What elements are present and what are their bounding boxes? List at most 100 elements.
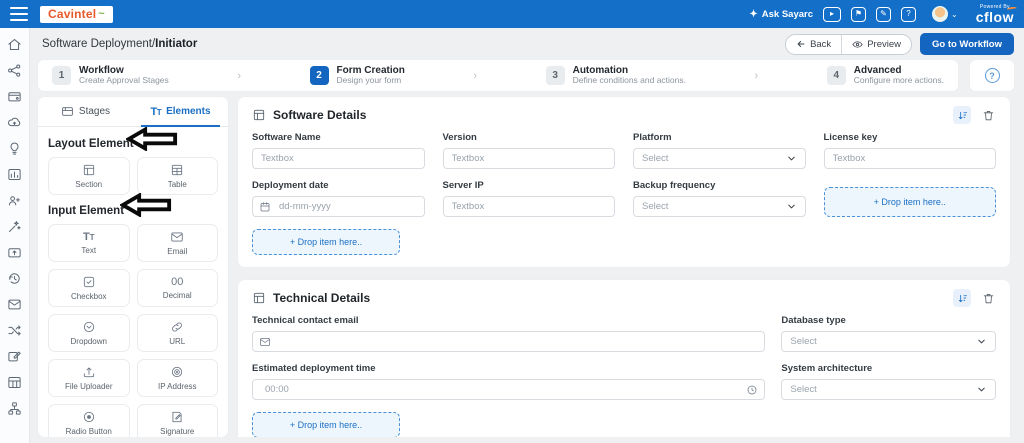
element-palette: Stages TT Elements Layout Element Sectio… — [38, 97, 228, 437]
field-technical-contact-email: Technical contact email — [252, 315, 766, 352]
step-separator-icon: › — [237, 69, 241, 82]
technical-contact-email-input[interactable] — [252, 331, 766, 352]
step-advanced[interactable]: 4 Advanced Configure more actions. — [826, 65, 944, 86]
email-text-input[interactable] — [273, 332, 759, 351]
backup-frequency-select[interactable]: Select — [633, 196, 806, 217]
field-software-name: Software Name — [252, 132, 425, 169]
grid-table-icon[interactable] — [7, 375, 22, 390]
brand-text: Cavintel — [48, 6, 97, 21]
add-user-icon[interactable] — [7, 193, 22, 208]
step-number: 1 — [52, 65, 71, 85]
help-icon[interactable]: ? — [901, 6, 917, 22]
time-text-input[interactable] — [259, 380, 745, 399]
step-form-creation[interactable]: 2 Form Creation Design your form — [309, 65, 405, 86]
sort-fields-button[interactable] — [953, 289, 971, 307]
server-ip-input[interactable] — [443, 197, 614, 216]
help-question-icon[interactable]: ? — [984, 68, 1000, 83]
palette-item-email[interactable]: Email — [136, 224, 218, 262]
palette-item-dropdown[interactable]: Dropdown — [48, 314, 130, 352]
step-separator-icon: › — [473, 69, 478, 82]
date-text-input[interactable] — [273, 197, 418, 216]
license-key-input[interactable] — [824, 149, 995, 168]
page-title: Software Deployment/Initiator — [42, 38, 198, 50]
magic-wand-icon[interactable] — [7, 219, 22, 234]
brand-leaf-icon: ~ — [98, 7, 105, 20]
signature-icon — [172, 411, 182, 423]
billing-card-icon[interactable] — [7, 89, 22, 104]
drop-item-zone[interactable]: + Drop item here.. — [823, 187, 996, 217]
palette-item-text[interactable]: TT Text — [48, 224, 130, 262]
system-architecture-select[interactable]: Select — [781, 379, 996, 400]
home-icon[interactable] — [7, 37, 22, 52]
tab-elements[interactable]: TT Elements — [133, 97, 228, 127]
palette-item-section[interactable]: Section — [48, 157, 130, 195]
mail-icon[interactable] — [7, 297, 22, 312]
edit-icon[interactable]: ✎ — [876, 6, 892, 22]
trash-icon — [983, 110, 993, 120]
drop-item-zone[interactable]: + Drop item here.. — [252, 412, 400, 437]
text-style-icon: TT — [150, 105, 162, 118]
compose-icon[interactable] — [7, 349, 22, 364]
palette-item-checkbox[interactable]: Checkbox — [48, 269, 130, 307]
flag-icon[interactable]: ⚑ — [851, 6, 867, 22]
arrow-left-icon — [797, 41, 805, 47]
drop-item-zone[interactable]: + Drop item here.. — [252, 229, 400, 255]
palette-item-decimal[interactable]: 00 Decimal — [136, 269, 218, 307]
preview-button[interactable]: Preview — [841, 34, 911, 54]
step-number: 3 — [545, 65, 565, 85]
delete-section-button[interactable] — [980, 290, 996, 306]
idea-bulb-icon[interactable] — [7, 141, 22, 156]
platform-select[interactable]: Select — [633, 148, 806, 169]
go-to-workflow-button[interactable]: Go to Workflow — [919, 33, 1014, 55]
deployment-date-input[interactable] — [252, 196, 425, 217]
user-menu[interactable]: ⌄ — [932, 6, 958, 22]
palette-item-radio-button[interactable]: Radio Button — [48, 404, 130, 437]
top-app-bar: Cavintel ~ ✦ Ask Sayarc ▸ ⚑ ✎ ? ⌄ Powere… — [0, 0, 1024, 28]
back-button[interactable]: Back — [786, 34, 842, 54]
org-chart-icon[interactable] — [7, 401, 22, 416]
sort-icon — [958, 111, 967, 119]
palette-item-url[interactable]: URL — [136, 314, 218, 352]
input-element-heading: Input Element — [48, 205, 125, 217]
share-network-icon[interactable] — [7, 63, 22, 78]
ask-ai-button[interactable]: ✦ Ask Sayarc — [749, 9, 813, 20]
section-technical-details: Technical Details Technical contact emai… — [238, 280, 1010, 437]
field-system-architecture: System architecture Select — [781, 363, 996, 400]
layout-element-heading: Layout Element — [48, 138, 134, 150]
sort-fields-button[interactable] — [953, 106, 971, 124]
icon-sidebar — [0, 28, 30, 443]
video-tutorial-icon[interactable]: ▸ — [823, 6, 842, 22]
chevron-down-icon: ⌄ — [951, 9, 958, 19]
palette-item-ip-address[interactable]: IP Address — [136, 359, 218, 397]
text-icon: TT — [82, 230, 95, 243]
delete-section-button[interactable] — [980, 107, 996, 123]
cflow-swoosh — [1006, 5, 1018, 12]
step-automation[interactable]: 3 Automation Define conditions and action… — [545, 65, 686, 86]
tab-stages[interactable]: Stages — [38, 97, 133, 126]
field-database-type: Database type Select — [781, 315, 996, 352]
hamburger-menu-icon[interactable] — [10, 7, 28, 21]
version-input[interactable] — [443, 149, 614, 168]
palette-item-file-uploader[interactable]: File Uploader — [48, 359, 130, 397]
section-icon — [253, 109, 265, 121]
database-type-select[interactable]: Select — [781, 331, 996, 352]
estimated-deployment-time-input[interactable] — [252, 379, 766, 400]
cloud-upload-icon[interactable] — [7, 115, 22, 130]
history-icon[interactable] — [7, 271, 22, 286]
software-name-input[interactable] — [253, 149, 424, 168]
shuffle-icon[interactable] — [7, 323, 22, 338]
export-box-icon[interactable] — [7, 245, 22, 260]
palette-item-signature[interactable]: Signature — [136, 404, 218, 437]
cavintel-logo[interactable]: Cavintel ~ — [40, 5, 113, 23]
palette-item-table[interactable]: Table — [136, 157, 218, 195]
ip-address-icon — [172, 366, 183, 378]
main-area: Software Deployment/Initiator Back Previ… — [30, 28, 1024, 443]
title-bar: Software Deployment/Initiator Back Previ… — [30, 28, 1024, 60]
calendar-icon — [260, 201, 270, 211]
analytics-chart-icon[interactable] — [7, 167, 22, 182]
step-workflow[interactable]: 1 Workflow Create Approval Stages — [52, 65, 169, 86]
chevron-down-icon — [787, 204, 795, 209]
section-icon — [253, 292, 265, 304]
email-icon — [171, 232, 183, 242]
cflow-logo-text: cflow — [976, 5, 1018, 24]
